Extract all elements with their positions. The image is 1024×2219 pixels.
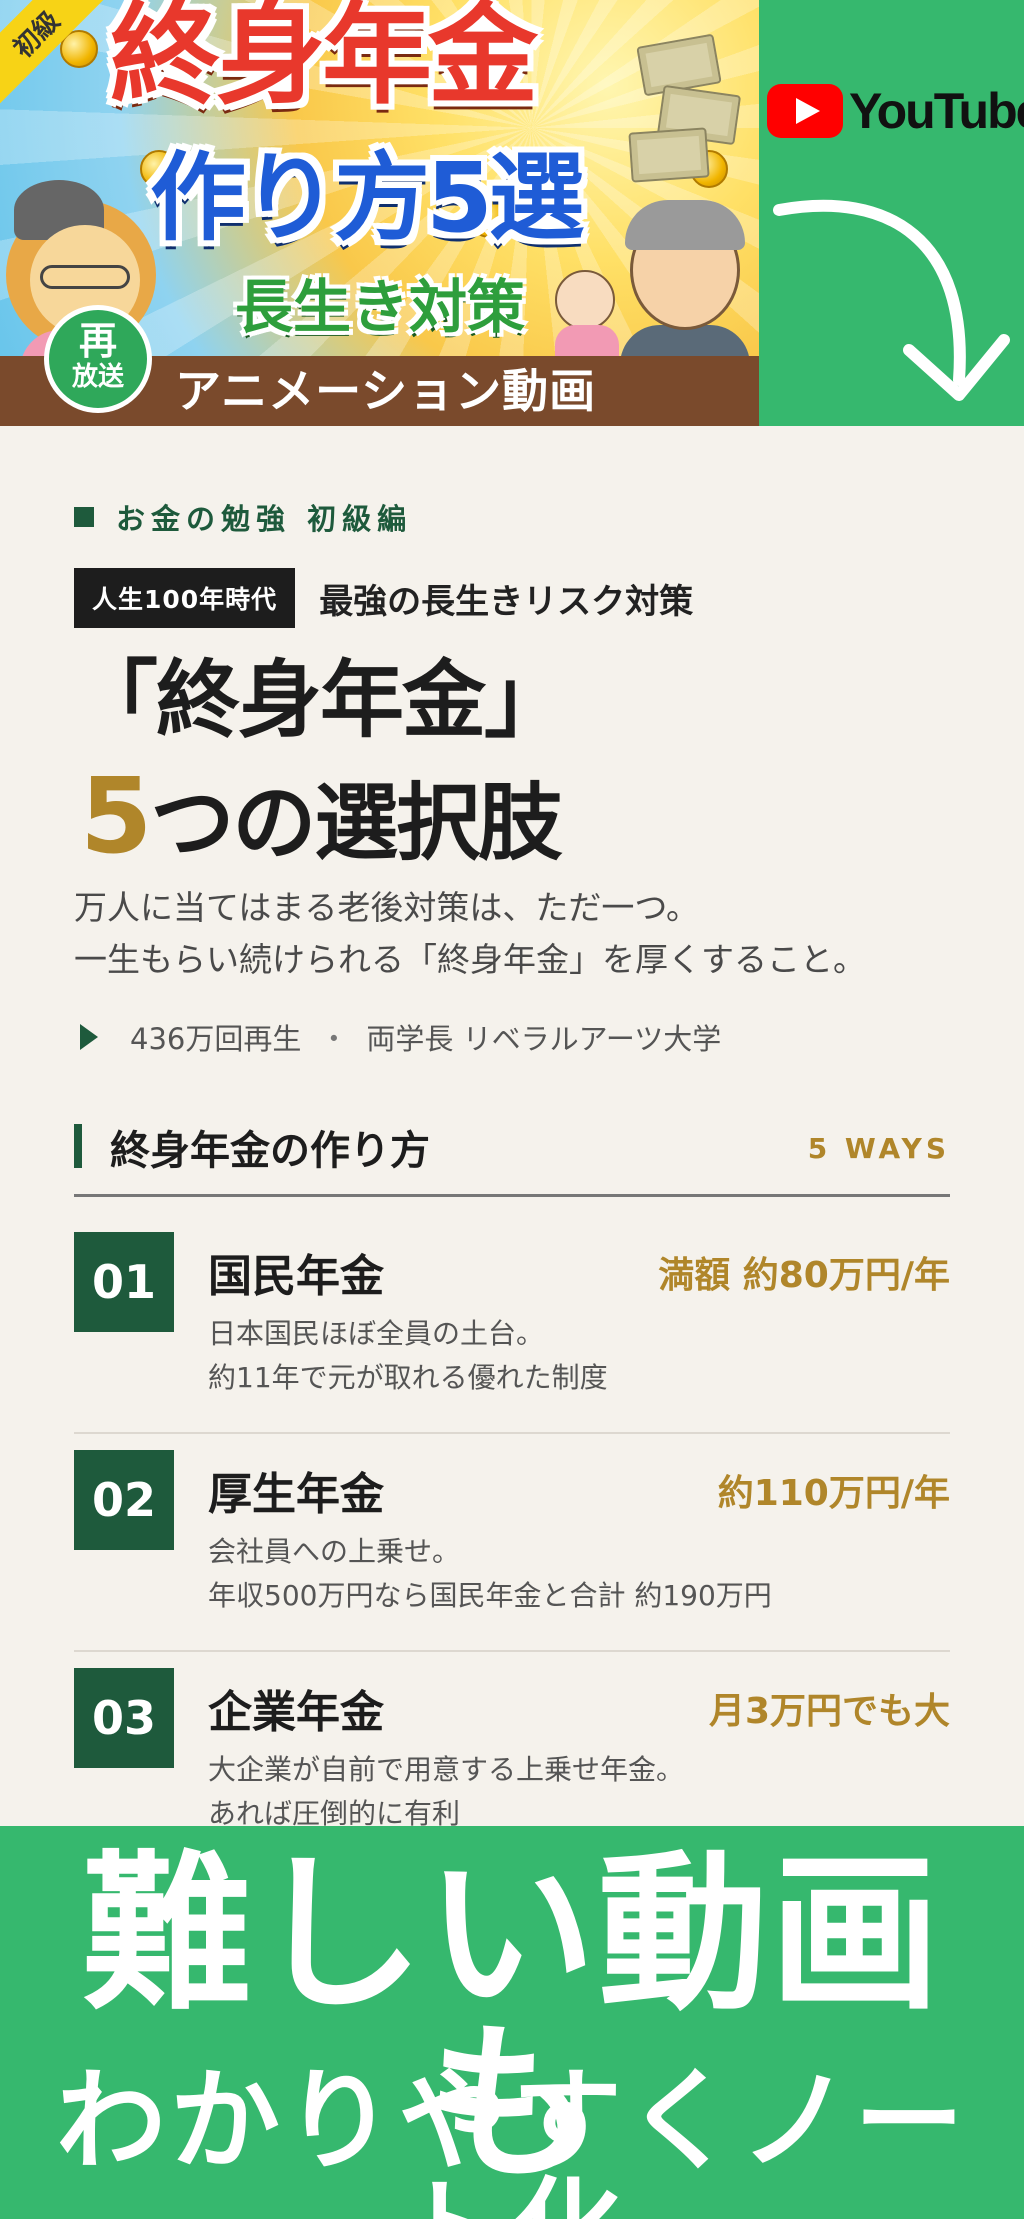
header-section: 初級 終身年金 作り方5選 長生き対策 アニメーション動画 再 放送 YouTu… (0, 0, 1024, 426)
item-desc-line2: 年収500万円なら国民年金と合計 約190万円 (208, 1579, 772, 1612)
item-amount: 約110万円/年 (717, 1473, 950, 1514)
replay-badge-line1: 再 (78, 319, 117, 363)
section-bar-icon (74, 1124, 82, 1168)
headline-line2-text: つの選択肢 (150, 774, 562, 872)
section-ways-label: 5 WAYS (807, 1132, 950, 1165)
curved-arrow-down-icon (773, 199, 1010, 401)
lead-line1: 万人に当てはまる老後対策は、ただ一つ。 (74, 888, 700, 927)
item-number-badge: 01 (74, 1232, 174, 1332)
item-amount: 満額 約80万円/年 (658, 1255, 950, 1296)
item-number-badge: 02 (74, 1450, 174, 1550)
tagline-text: 最強の長生きリスク対策 (319, 581, 694, 622)
list-item[interactable]: 02 厚生年金 約110万円/年 会社員への上乗せ。 年収500万円なら国民年金… (74, 1434, 950, 1652)
item-title: 厚生年金 (208, 1469, 384, 1520)
list-item[interactable]: 01 国民年金 満額 約80万円/年 日本国民ほぼ全員の土台。 約11年で元が取… (74, 1216, 950, 1434)
youtube-play-icon (767, 84, 843, 138)
item-description: 大企業が自前で用意する上乗せ年金。 あれば圧倒的に有利 (208, 1748, 684, 1836)
article-section: お金の勉強 初級編 人生100年時代 最強の長生きリスク対策 「終身年金」 5つ… (0, 426, 1024, 1830)
youtube-panel: YouTube (759, 0, 1024, 426)
section-divider (74, 1194, 950, 1197)
item-desc-line1: 日本国民ほぼ全員の土台。 (208, 1317, 545, 1350)
pension-list: 01 国民年金 満額 約80万円/年 日本国民ほぼ全員の土台。 約11年で元が取… (74, 1216, 950, 1870)
replay-badge: 再 放送 (44, 305, 152, 413)
item-title: 国民年金 (208, 1251, 384, 1302)
item-title: 企業年金 (208, 1687, 384, 1738)
play-icon[interactable] (80, 1024, 98, 1050)
item-amount: 月3万円でも大 (708, 1691, 950, 1732)
thumbnail-title-main: 終身年金 (110, 0, 538, 119)
item-description: 会社員への上乗せ。 年収500万円なら国民年金と合計 約190万円 (208, 1530, 772, 1618)
youtube-logo[interactable]: YouTube (767, 82, 1024, 140)
item-number-badge: 03 (74, 1668, 174, 1768)
author-name[interactable]: 両学長 リベラルアーツ大学 (366, 1016, 721, 1058)
thumbnail-title-tag: 長生き対策 (235, 273, 526, 341)
youtube-logo-text: YouTube (849, 83, 1024, 139)
item-description: 日本国民ほぼ全員の土台。 約11年で元が取れる優れた制度 (208, 1312, 608, 1400)
promo-banner: 難しい動画も わかりやすくノート化 (0, 1826, 1024, 2219)
thumbnail-bar-text: アニメーション動画 (175, 364, 597, 418)
video-meta: 436万回再生 ・ 両学長 リベラルアーツ大学 (80, 1016, 721, 1058)
video-thumbnail[interactable]: 初級 終身年金 作り方5選 長生き対策 アニメーション動画 再 放送 (0, 0, 759, 426)
lead-paragraph: 万人に当てはまる老後対策は、ただ一つ。 一生もらい続けられる「終身年金」を厚くす… (74, 882, 974, 986)
replay-badge-line2: 放送 (71, 362, 124, 392)
item-desc-line2: 約11年で元が取れる優れた制度 (208, 1361, 608, 1394)
category-text: お金の勉強 初級編 (116, 502, 413, 536)
headline-line2: 5つの選択肢 (80, 764, 562, 868)
item-desc-line1: 大企業が自前で用意する上乗せ年金。 (208, 1753, 685, 1786)
money-bundle-icon (628, 127, 710, 183)
headline-line1: 「終身年金」 (74, 651, 568, 749)
banner-subheadline: わかりやすくノート化 (56, 2057, 968, 2219)
section-title: 終身年金の作り方 (110, 1128, 430, 1174)
category-square-icon (74, 507, 94, 527)
view-count: 436万回再生 (130, 1022, 302, 1056)
meta-separator: ・ (319, 1022, 349, 1056)
category-label: お金の勉強 初級編 (74, 496, 412, 538)
lead-line2: 一生もらい続けられる「終身年金」を厚くすること。 (74, 940, 866, 979)
tag-box: 人生100年時代 (74, 568, 296, 628)
section-header: 終身年金の作り方 5 WAYS (74, 1112, 950, 1182)
headline-number: 5 (80, 755, 152, 877)
item-desc-line1: 会社員への上乗せ。 (208, 1535, 461, 1568)
thumbnail-title-sub: 作り方5選 (150, 142, 585, 254)
tagline-row: 人生100年時代 最強の長生きリスク対策 (74, 568, 693, 628)
